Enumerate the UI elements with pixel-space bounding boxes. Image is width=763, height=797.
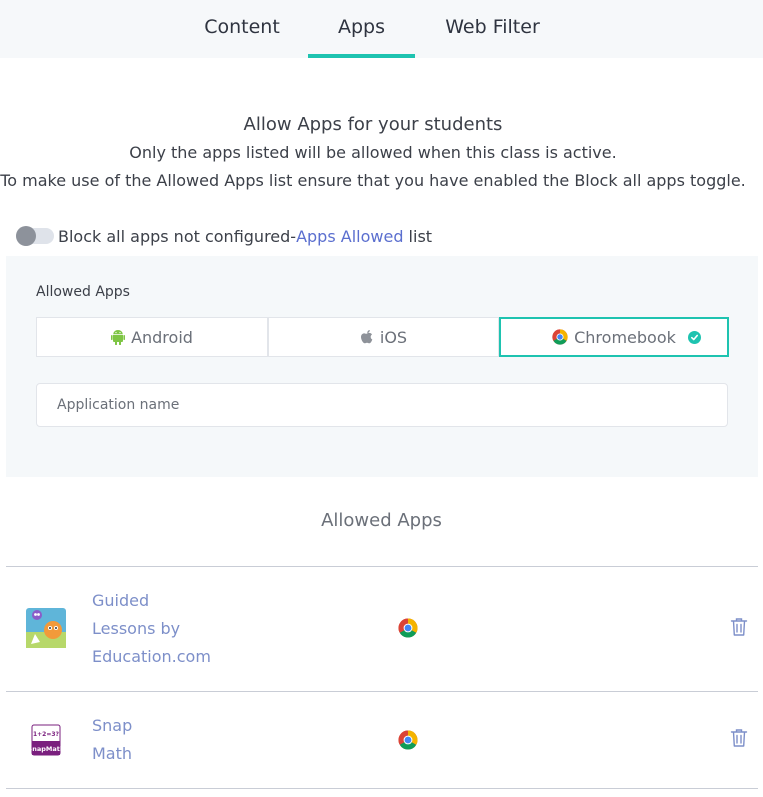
selected-check-icon bbox=[688, 331, 701, 344]
tab-apps[interactable]: Apps bbox=[308, 0, 415, 58]
intro-line-1: Only the apps listed will be allowed whe… bbox=[129, 143, 617, 162]
tab-bar: Content Apps Web Filter bbox=[0, 0, 763, 58]
trash-icon[interactable] bbox=[730, 728, 748, 748]
chrome-icon bbox=[398, 618, 418, 638]
platform-ios-label: iOS bbox=[379, 327, 408, 347]
guided-lessons-icon bbox=[26, 608, 66, 648]
toggle-label-suffix: list bbox=[403, 226, 433, 246]
app-name-line: Lessons by bbox=[92, 619, 181, 638]
platform-ios-button[interactable]: iOS bbox=[268, 317, 499, 357]
toggle-label-prefix: Block all apps not configured- bbox=[58, 226, 297, 246]
tab-web-filter[interactable]: Web Filter bbox=[430, 0, 555, 58]
add-app-panel: Allowed Apps Android iOS Chromebook Appl… bbox=[6, 256, 758, 477]
platform-chromebook-button[interactable]: Chromebook bbox=[499, 317, 729, 357]
platform-android-button[interactable]: Android bbox=[36, 317, 268, 357]
android-icon bbox=[111, 329, 126, 345]
chrome-icon bbox=[398, 730, 418, 750]
app-name[interactable]: Guided Lessons by Education.com bbox=[92, 587, 211, 671]
tab-content[interactable]: Content bbox=[186, 0, 298, 58]
list-divider bbox=[6, 788, 758, 789]
app-name-line: Education.com bbox=[92, 647, 211, 666]
list-item: Guided Lessons by Education.com bbox=[6, 567, 758, 691]
app-name-line: Snap bbox=[92, 716, 133, 735]
block-apps-toggle-row: Block all apps not configured- Apps Allow… bbox=[16, 225, 432, 247]
apps-allowed-link[interactable]: Apps Allowed bbox=[296, 227, 403, 246]
platform-android-label: Android bbox=[131, 327, 193, 347]
app-name[interactable]: Snap Math bbox=[92, 712, 132, 768]
app-name-line: Guided bbox=[92, 591, 150, 610]
toggle-knob bbox=[16, 226, 36, 246]
svg-text:1+2=3?: 1+2=3? bbox=[33, 731, 60, 738]
app-name-line: Math bbox=[92, 744, 133, 763]
apple-icon bbox=[360, 329, 374, 345]
svg-text:SnapMath: SnapMath bbox=[28, 745, 65, 753]
list-item: 1+2=3? SnapMath Snap Math bbox=[6, 692, 758, 788]
chrome-icon bbox=[552, 329, 568, 345]
block-apps-toggle[interactable] bbox=[16, 226, 54, 246]
snap-math-icon: 1+2=3? SnapMath bbox=[26, 720, 66, 760]
panel-label: Allowed Apps bbox=[36, 284, 130, 300]
allowed-apps-title: Allowed Apps bbox=[321, 510, 442, 531]
application-name-input[interactable] bbox=[36, 383, 728, 427]
platform-chromebook-label: Chromebook bbox=[574, 327, 676, 347]
intro-line-2: To make use of the Allowed Apps list ens… bbox=[0, 171, 746, 190]
page-title: Allow Apps for your students bbox=[243, 114, 503, 135]
active-tab-indicator bbox=[308, 54, 415, 58]
trash-icon[interactable] bbox=[730, 617, 748, 637]
